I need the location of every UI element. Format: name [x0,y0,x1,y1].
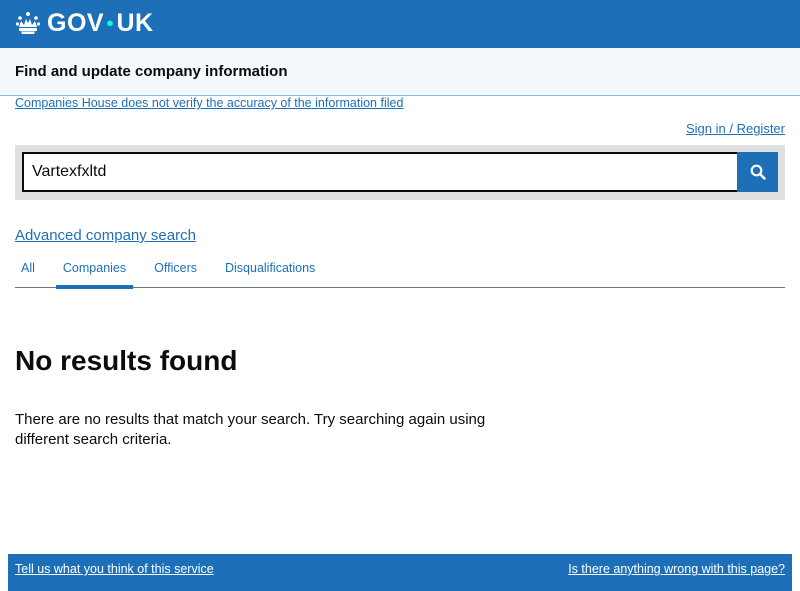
sign-in-register-link[interactable]: Sign in / Register [686,121,785,136]
feedback-link[interactable]: Tell us what you think of this service [15,562,214,576]
service-name[interactable]: Find and update company information [15,63,288,80]
search-button[interactable] [737,152,778,192]
govuk-logo-link[interactable]: GOV ●UK [15,9,154,37]
search-icon [750,164,766,180]
tab-officers[interactable]: Officers [147,253,204,288]
search-tabs: All Companies Officers Disqualifications [15,253,785,289]
service-bar: Find and update company information [0,48,800,96]
footer-bar: Tell us what you think of this service I… [8,554,792,591]
no-results-message: There are no results that match your sea… [15,411,486,448]
disclaimer-link[interactable]: Companies House does not verify the accu… [15,96,403,110]
search-input[interactable] [22,152,739,192]
tab-disqualifications[interactable]: Disqualifications [218,253,322,288]
govuk-header: GOV ●UK [0,0,800,48]
search-bar [15,145,785,200]
logo-text: GOV ●UK [47,9,154,37]
report-problem-link[interactable]: Is there anything wrong with this page? [568,562,785,576]
advanced-search-link[interactable]: Advanced company search [15,227,196,244]
tab-all[interactable]: All [15,253,42,288]
tab-companies[interactable]: Companies [55,253,134,289]
no-results-title: No results found [15,345,238,376]
crown-icon [15,12,41,34]
